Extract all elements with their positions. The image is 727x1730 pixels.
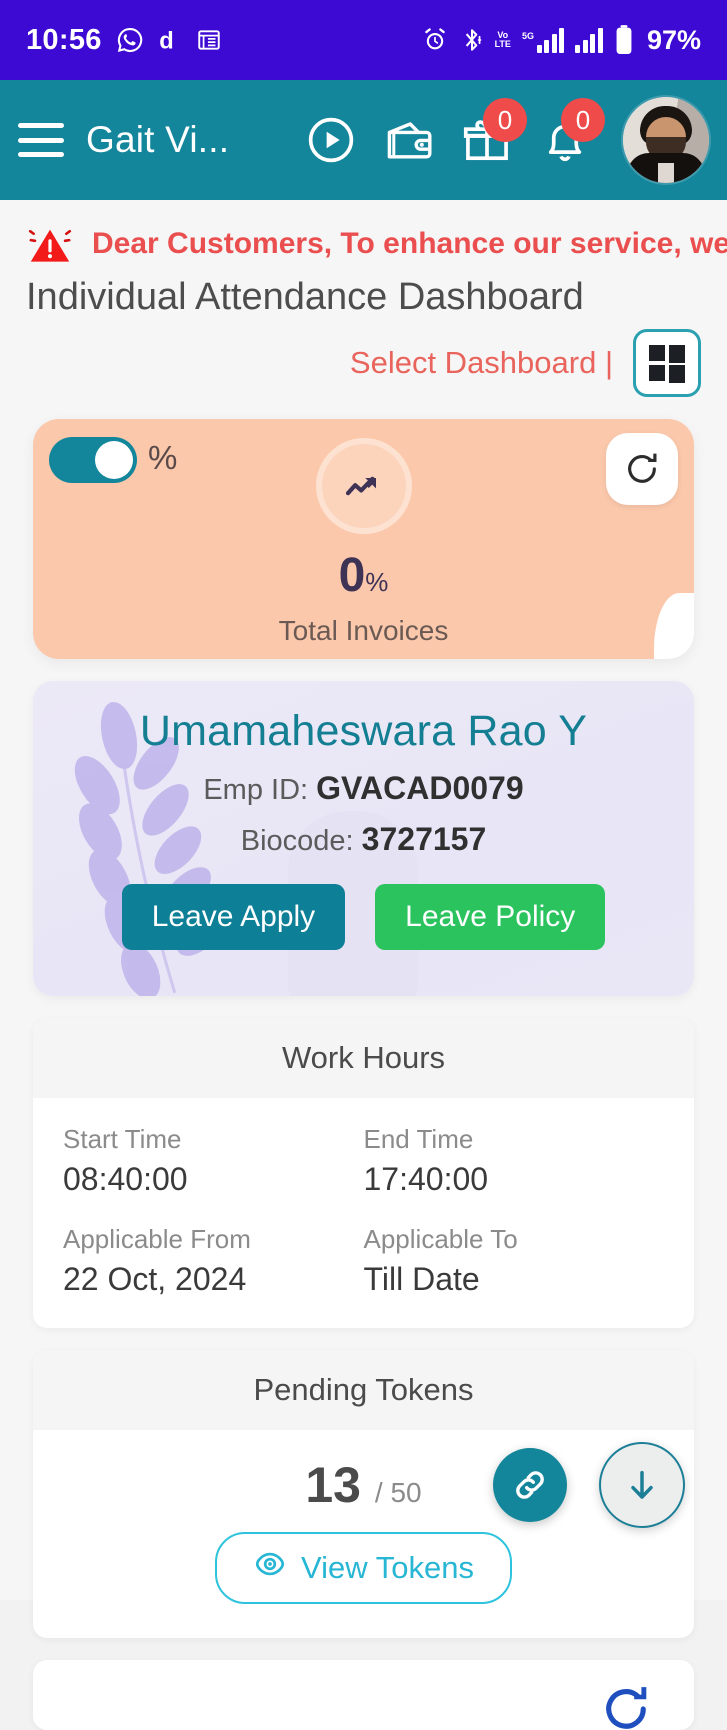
eye-icon	[253, 1547, 287, 1589]
work-hours-field-to: Applicable To Till Date	[364, 1224, 665, 1298]
stat-value-number: 0	[338, 548, 366, 602]
battery-percentage: 97%	[646, 24, 701, 55]
applicable-to-value: Till Date	[363, 1261, 480, 1297]
pending-tokens-title: Pending Tokens	[33, 1350, 694, 1430]
stat-label: Total Invoices	[278, 614, 449, 646]
pending-tokens-count-row: 13 / 50	[33, 1456, 694, 1514]
select-dashboard-link[interactable]: Select Dashboard |	[350, 345, 613, 381]
work-hours-field-from: Applicable From 22 Oct, 2024	[63, 1224, 364, 1298]
status-bar-left: 10:56 d	[26, 24, 222, 57]
signal-bars-secondary	[575, 27, 603, 53]
play-circle-icon[interactable]	[305, 114, 357, 166]
news-icon	[196, 27, 222, 53]
status-bar-right: Vo LTE 5G 97%	[421, 24, 701, 56]
volte-icon: Vo LTE	[495, 31, 511, 49]
battery-icon	[614, 24, 634, 56]
gift-icon[interactable]: 0	[461, 98, 527, 166]
arrow-down-icon[interactable]	[599, 1442, 685, 1528]
app-title: Gait Vi...	[86, 119, 230, 160]
start-time-label: Start Time	[63, 1124, 182, 1154]
applicable-from-value: 22 Oct, 2024	[63, 1261, 247, 1297]
dashboard-page: Dear Customers, To enhance our service, …	[0, 200, 727, 1730]
5g-signal-icon: 5G	[522, 27, 565, 53]
start-time-value: 08:40:00	[63, 1161, 188, 1197]
page-title: Individual Attendance Dashboard	[26, 276, 584, 318]
end-time-label: End Time	[363, 1124, 474, 1154]
select-dashboard-row: Select Dashboard |	[0, 319, 727, 397]
avatar[interactable]	[623, 97, 709, 183]
warning-triangle-icon	[26, 222, 74, 266]
biocode-value: 3727157	[361, 821, 487, 857]
status-time: 10:56	[26, 23, 102, 56]
dailyhunt-icon: d	[158, 26, 182, 54]
volte-label-bottom: LTE	[494, 39, 511, 49]
dashboard-grid-icon[interactable]	[633, 329, 701, 397]
signal-icon	[575, 27, 603, 53]
pending-tokens-total: / 50	[374, 1477, 422, 1508]
employee-id-value: GVACAD0079	[316, 770, 524, 806]
signal-bars-primary	[536, 27, 565, 53]
work-hours-field-end: End Time 17:40:00	[364, 1124, 665, 1198]
pending-tokens-card: Pending Tokens 13 / 50 View Tokens	[33, 1350, 694, 1638]
applicable-from-label: Applicable From	[63, 1224, 251, 1254]
applicable-to-label: Applicable To	[363, 1224, 518, 1254]
status-bar: 10:56 d Vo LTE 5G 97%	[0, 0, 727, 80]
work-hours-field-start: Start Time 08:40:00	[63, 1124, 364, 1198]
hamburger-menu-icon[interactable]	[18, 123, 64, 157]
leave-apply-button[interactable]: Leave Apply	[121, 884, 346, 950]
bluetooth-icon	[460, 26, 484, 54]
link-icon[interactable]	[493, 1448, 567, 1522]
biocode-row: Biocode: 3727157	[33, 821, 694, 858]
grid-glyph	[649, 345, 685, 383]
stat-card-content: 0% Total Invoices	[33, 419, 694, 659]
trending-up-icon	[315, 437, 412, 534]
wallet-icon[interactable]	[383, 114, 435, 166]
stat-value: 0%	[339, 548, 389, 603]
view-tokens-button[interactable]: View Tokens	[215, 1532, 512, 1604]
stat-value-suffix: %	[365, 566, 389, 597]
whatsapp-icon	[116, 26, 144, 54]
alert-marquee: Dear Customers, To enhance our service, …	[0, 200, 727, 270]
next-card-partial	[33, 1660, 694, 1730]
bell-badge: 0	[561, 98, 605, 142]
employee-name: Umamaheswara Rao Y	[139, 707, 588, 755]
gift-badge: 0	[483, 98, 527, 142]
work-hours-card: Work Hours Start Time 08:40:00 End Time …	[33, 1018, 694, 1328]
alarm-icon	[421, 26, 449, 54]
employee-id-row: Emp ID: GVACAD0079	[33, 770, 694, 807]
pending-tokens-count: 13	[305, 1457, 361, 1513]
employee-id-label: Emp ID:	[203, 774, 309, 806]
employee-info: Umamaheswara Rao Y Emp ID: GVACAD0079 Bi…	[33, 681, 694, 950]
refresh-icon[interactable]	[598, 1681, 654, 1730]
end-time-value: 17:40:00	[363, 1161, 489, 1197]
work-hours-grid: Start Time 08:40:00 End Time 17:40:00 Ap…	[33, 1098, 694, 1328]
employee-actions: Leave Apply Leave Policy	[33, 884, 694, 950]
alert-text: Dear Customers, To enhance our service, …	[92, 227, 727, 260]
pending-tokens-body: 13 / 50 View Tokens	[33, 1430, 694, 1638]
app-bar: Gait Vi... 0 0	[0, 80, 727, 200]
5g-label: 5G	[521, 31, 534, 41]
work-hours-title: Work Hours	[33, 1018, 694, 1098]
app-bar-actions: 0 0	[305, 97, 709, 183]
svg-text:d: d	[159, 29, 173, 54]
view-tokens-label: View Tokens	[301, 1550, 474, 1585]
bell-icon[interactable]: 0	[539, 98, 605, 166]
stat-card-total-invoices[interactable]: % 0% Total Invoices	[33, 419, 694, 659]
biocode-label: Biocode:	[240, 825, 354, 857]
leave-policy-button[interactable]: Leave Policy	[375, 884, 606, 950]
employee-card: Umamaheswara Rao Y Emp ID: GVACAD0079 Bi…	[33, 681, 694, 996]
